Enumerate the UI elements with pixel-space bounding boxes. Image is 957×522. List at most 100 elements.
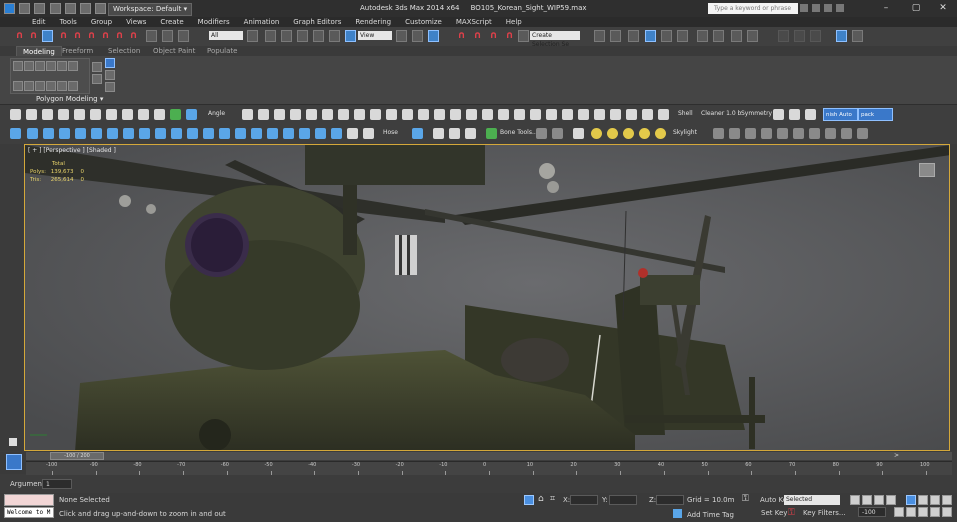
ribbon-tool-2-icon[interactable] [24,61,34,71]
snap-icon[interactable]: ∩ [58,30,69,42]
create-17-icon[interactable] [283,128,294,139]
mini-curve-editor-icon[interactable] [6,454,22,470]
create-12-icon[interactable] [203,128,214,139]
set-key-button[interactable]: Set Key [761,509,787,517]
window-crossing-icon[interactable] [297,30,308,42]
curve-editor-icon[interactable] [661,30,672,42]
create-33-icon[interactable] [761,128,772,139]
modifier-30-icon[interactable] [514,109,525,120]
modifier-33-icon[interactable] [562,109,573,120]
extra-tool-icon[interactable] [852,30,863,42]
modifier-9-icon[interactable] [138,109,149,120]
select-and-link-icon[interactable]: ∩ [14,30,25,42]
create-23-icon[interactable] [412,128,423,139]
add-time-tag-button[interactable]: Add Time Tag [687,511,734,519]
maxscript-output[interactable]: Welcome to M [4,507,54,518]
reference-coordinate-dropdown[interactable]: View [358,31,392,40]
favorites-icon[interactable] [824,4,832,12]
skylight-button[interactable]: Skylight [673,129,697,136]
ribbon-pin-icon[interactable] [105,58,115,68]
select-and-rotate-icon[interactable] [329,30,340,42]
polygon-modeling-panel-label[interactable]: Polygon Modeling ▾ [36,95,103,103]
modifier-2-icon[interactable] [26,109,37,120]
help-icon[interactable] [836,4,844,12]
create-3-icon[interactable] [59,128,70,139]
select-object-icon[interactable] [247,30,258,42]
edit-named-selection-icon[interactable] [518,30,529,42]
unlink-selection-icon[interactable]: ∩ [28,30,39,42]
menu-item-help[interactable]: Help [506,18,522,26]
isolate-selection-icon[interactable] [524,495,534,505]
create-21-icon[interactable] [347,128,358,139]
modifier-27-icon[interactable] [466,109,477,120]
app-menu-icon[interactable] [4,3,15,14]
modifier-3-icon[interactable] [42,109,53,120]
menu-item-animation[interactable]: Animation [244,18,280,26]
link-tool-icon[interactable] [146,30,157,42]
symmetry-button[interactable]: Symmetry [741,110,772,117]
sphere-icon[interactable] [10,128,21,139]
modifier-41-icon[interactable] [789,109,800,120]
toggle-ribbon-icon[interactable] [645,30,656,42]
create-30-icon[interactable] [713,128,724,139]
modifier-6-icon[interactable] [90,109,101,120]
modifier-36-icon[interactable] [610,109,621,120]
zoom-all-icon[interactable] [918,495,928,505]
workspace-dropdown[interactable]: Workspace: Default ▾ [108,3,193,16]
modifier-17-icon[interactable] [306,109,317,120]
ribbon-tool-8-icon[interactable] [24,81,34,91]
timeline-ruler[interactable]: -100 -90 -80 -70 -60 -50 -40 -30 -20 -10 0 10 20 30 40… [26,461,952,475]
modifier-16-icon[interactable] [290,109,301,120]
unlink-tool-icon[interactable] [162,30,173,42]
create-26-icon[interactable] [465,128,476,139]
create-32-icon[interactable] [745,128,756,139]
space-warp-icon[interactable] [178,30,189,42]
create-38-icon[interactable] [841,128,852,139]
pivot-center-icon[interactable] [396,30,407,42]
key-filters-button[interactable]: Key Filters... [803,509,846,517]
viewport-label[interactable]: [ + ] [Perspective ] [Shaded ] [28,147,116,154]
ribbon-tool-6-icon[interactable] [68,61,78,71]
search-icon[interactable] [800,4,808,12]
shell-button[interactable]: Shell [678,110,693,117]
create-4-icon[interactable] [75,128,86,139]
ribbon-tool-1-icon[interactable] [13,61,23,71]
perspective-viewport[interactable]: [ + ] [Perspective ] [Shaded ] Total Pol… [24,144,950,451]
create-25-icon[interactable] [449,128,460,139]
undo-icon[interactable] [64,3,76,14]
modifier-22-icon[interactable] [386,109,397,120]
bone-tools-button[interactable]: Bone Tools... [500,129,538,136]
spinner-snap-icon[interactable]: ∩ [504,30,515,42]
ribbon-side-2-icon[interactable] [92,74,102,84]
select-and-move-icon[interactable] [313,30,324,42]
ribbon-tool-9-icon[interactable] [35,81,45,91]
play-icon[interactable] [9,438,17,446]
modifier-28-icon[interactable] [482,109,493,120]
modifier-15-icon[interactable] [274,109,285,120]
modifier-39-icon[interactable] [658,109,669,120]
snap-6-icon[interactable]: ∩ [128,30,139,42]
modifier-10-icon[interactable] [154,109,165,120]
percent-snap-icon[interactable]: ∩ [488,30,499,42]
angle-snap-icon[interactable]: ∩ [472,30,483,42]
field-of-view-icon[interactable] [930,507,940,517]
create-16-icon[interactable] [267,128,278,139]
material-editor-icon[interactable] [697,30,708,42]
open-file-icon[interactable] [34,3,46,14]
create-15-icon[interactable] [251,128,262,139]
modifier-38-icon[interactable] [642,109,653,120]
create-29-icon[interactable] [573,128,584,139]
modifier-11-icon[interactable] [170,109,181,120]
new-file-icon[interactable] [19,3,31,14]
ribbon-tool-3-icon[interactable] [35,61,45,71]
create-9-icon[interactable] [155,128,166,139]
layer-explorer-icon[interactable] [628,30,639,42]
go-to-start-icon[interactable] [850,495,860,505]
modifier-37-icon[interactable] [626,109,637,120]
ribbon-tool-7-icon[interactable] [13,81,23,91]
create-10-icon[interactable] [171,128,182,139]
modifier-5-icon[interactable] [74,109,85,120]
create-37-icon[interactable] [825,128,836,139]
snap-3-icon[interactable]: ∩ [86,30,97,42]
viewcube[interactable] [919,163,935,177]
